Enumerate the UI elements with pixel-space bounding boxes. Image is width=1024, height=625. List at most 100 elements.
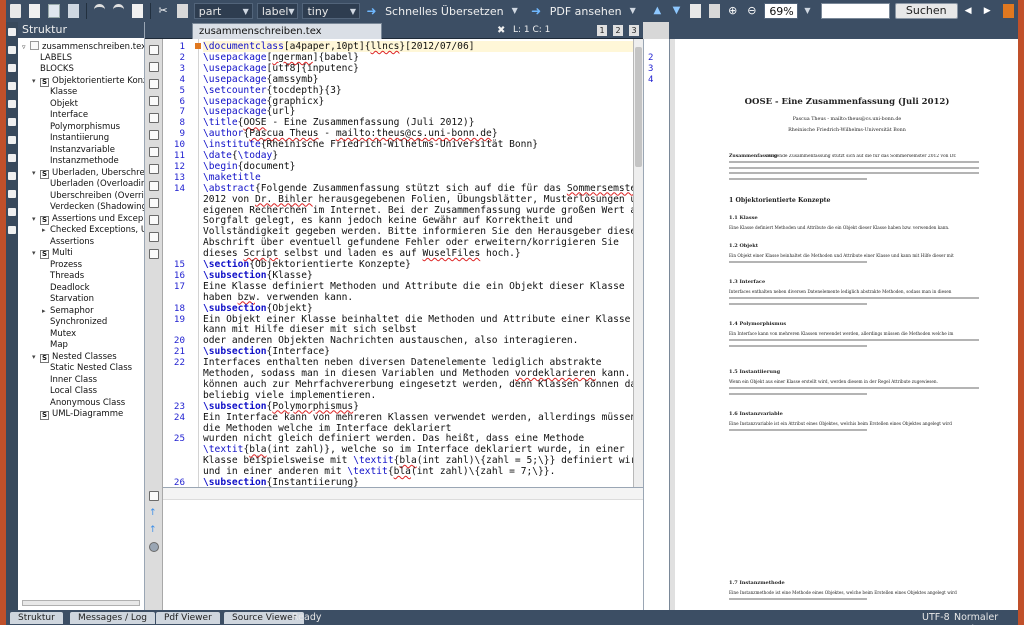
expand-arrow-icon[interactable]: ▾ (32, 248, 40, 259)
open-file-icon[interactable] (29, 4, 41, 18)
bold-icon[interactable] (149, 45, 159, 55)
view-pdf-icon[interactable]: ➜ (531, 4, 542, 18)
pstricks-icon[interactable] (8, 154, 16, 162)
structure-item[interactable]: Local Class (42, 386, 144, 397)
chevron-down-icon[interactable]: ▼ (512, 4, 523, 18)
stop-icon[interactable] (149, 542, 159, 552)
structure-item[interactable]: LABELS (32, 53, 144, 64)
align-center-icon[interactable] (149, 113, 159, 123)
search-prev-icon[interactable]: ◀ (965, 4, 976, 18)
pdf-next-page-icon[interactable]: ▼ (671, 4, 682, 18)
delimiters-icon[interactable] (8, 82, 16, 90)
code-text[interactable]: \documentclass[a4paper,10pt]{llncs}[2012… (203, 41, 633, 487)
fit-page-icon[interactable] (709, 4, 721, 18)
code-line[interactable]: \subsection{Klasse} (203, 270, 313, 281)
code-line[interactable]: \abstract{Folgende Zusammenfassung stütz… (203, 183, 633, 194)
italic-icon[interactable] (149, 62, 159, 72)
quick-build-label[interactable]: Schnelles Übersetzen (381, 5, 508, 18)
code-line[interactable]: \section{Objektorientierte Konzepte} (203, 259, 411, 270)
expand-arrow-icon[interactable]: ▾ (32, 352, 40, 363)
code-line[interactable]: \usepackage{graphicx} (203, 96, 324, 107)
tab-structure[interactable]: Struktur (10, 612, 63, 624)
zoom-out-icon[interactable]: ⊖ (747, 4, 758, 18)
code-line[interactable]: \usepackage{url} (203, 106, 295, 117)
code-line[interactable]: 2012 von Dr. Bihler herausgegebenen Foli… (203, 194, 633, 205)
log-icon[interactable] (149, 491, 159, 501)
structure-item[interactable]: Deadlock (42, 283, 144, 294)
save-all-icon[interactable] (67, 4, 79, 18)
size-combo[interactable]: tiny ▼ (302, 3, 360, 19)
structure-item[interactable]: Klasse (42, 87, 144, 98)
asymptote-icon[interactable] (8, 208, 16, 216)
pdf-prev-page-icon[interactable]: ▲ (652, 4, 663, 18)
zoom-in-icon[interactable]: ⊕ (728, 4, 739, 18)
code-line[interactable]: Ein Objekt einer Klasse beinhaltet die M… (203, 314, 633, 325)
code-line[interactable]: \subsection{Polymorphismus} (203, 401, 359, 412)
code-line[interactable]: Methoden, sodass man in diesen Variablen… (203, 368, 633, 379)
expand-arrow-icon[interactable]: ▾ (32, 76, 40, 87)
new-file-icon[interactable] (10, 4, 22, 18)
structure-item[interactable]: Objekt (42, 99, 144, 110)
code-line[interactable]: Eine Klasse definiert Methoden und Attri… (203, 281, 625, 292)
redo-icon[interactable] (112, 4, 124, 18)
expand-arrow-icon[interactable]: ▸ (42, 225, 50, 236)
code-line[interactable]: \subsection{Interface} (203, 346, 330, 357)
view-2-button[interactable]: 2 (613, 25, 623, 36)
code-line[interactable]: kann mit Hilfe dieser mit sich selbst (203, 324, 417, 335)
fraction-icon[interactable] (149, 232, 159, 242)
expand-arrow-icon[interactable]: ▸ (42, 306, 50, 317)
chevron-down-icon[interactable]: ▼ (630, 4, 641, 18)
code-line[interactable]: \setcounter{tocdepth}{3} (203, 85, 342, 96)
code-line[interactable]: \documentclass[a4paper,10pt]{llncs}[2012… (203, 41, 475, 52)
prev-error-icon[interactable]: ↑ (149, 508, 159, 518)
code-line[interactable]: Vollständigkeit gegeben werden. Bitte in… (203, 226, 633, 237)
close-icon[interactable]: ✖ (497, 25, 505, 36)
code-line[interactable]: oder anderen Objekten Nachrichten austau… (203, 335, 578, 346)
align-left-icon[interactable] (149, 96, 159, 106)
code-line[interactable]: \begin{document} (203, 161, 295, 172)
math-icon[interactable] (149, 164, 159, 174)
encoding-label[interactable]: UTF-8 (922, 612, 950, 624)
subscript-icon[interactable] (149, 215, 159, 225)
special-chars-icon[interactable] (8, 118, 16, 126)
code-line[interactable]: \usepackage{amssymb} (203, 74, 319, 85)
view-1-button[interactable]: 1 (597, 25, 607, 36)
code-line[interactable]: und in einer anderen mit \textit{bla(int… (203, 466, 555, 477)
structure-item[interactable]: ▾ S Assertions und Excep (32, 214, 144, 225)
view-pdf-label[interactable]: PDF ansehen (546, 5, 626, 18)
pdf-search-input[interactable] (821, 3, 890, 19)
structure-hscrollbar[interactable] (22, 600, 140, 606)
structure-item[interactable]: Überschreiben (Overri (42, 191, 144, 202)
messages-log[interactable] (163, 487, 643, 610)
tab-pdf-viewer[interactable]: Pdf Viewer (156, 612, 220, 624)
greek-icon[interactable] (8, 100, 16, 108)
pdf-viewer[interactable]: OOSE - Eine Zusammenfassung (Juli 2012) P… (669, 39, 1018, 610)
code-line[interactable]: \author{Pascua Theus - mailto:theus@cs.u… (203, 128, 498, 139)
structure-item[interactable]: Assertions (42, 237, 144, 248)
structure-item[interactable]: Inner Class (42, 375, 144, 386)
sqrt-icon[interactable] (149, 249, 159, 259)
structure-item[interactable]: Polymorphismus (42, 122, 144, 133)
structure-item[interactable]: Überladen (Overloadin (42, 179, 144, 190)
structure-item[interactable]: Anonymous Class (42, 398, 144, 409)
structure-item[interactable]: Mutex (42, 329, 144, 340)
code-line[interactable]: Sorgfalt gelegt, es kann jedoch keine Ge… (203, 215, 573, 226)
code-line[interactable]: \institute{Rheinische Friedrich-Wilhelms… (203, 139, 538, 150)
arrows-icon[interactable] (8, 46, 16, 54)
pdf-page[interactable]: OOSE - Eine Zusammenfassung (Juli 2012) P… (675, 39, 1018, 610)
code-line[interactable]: haben bzw. verwenden kann. (203, 292, 353, 303)
code-line[interactable]: wurden nicht gleich definiert werden. Da… (203, 433, 584, 444)
structure-item[interactable]: Starvation (42, 294, 144, 305)
code-line[interactable]: Klasse beispielsweise mit \textit{bla(in… (203, 455, 633, 466)
code-line[interactable]: \usepackage[ngerman]{babel} (203, 52, 359, 63)
tikz-icon[interactable] (8, 190, 16, 198)
copy-icon[interactable] (131, 4, 143, 18)
align-right-icon[interactable] (149, 130, 159, 140)
structure-item[interactable]: ▿ zusammenschreiben.tex (22, 41, 144, 52)
structure-item[interactable]: ▸ Semaphor (42, 306, 144, 317)
expand-arrow-icon[interactable]: ▾ (32, 214, 40, 225)
paste-icon[interactable] (176, 4, 188, 18)
structure-item[interactable]: ▾ S Nested Classes (32, 352, 144, 363)
structure-item[interactable]: Instanzmethode (42, 156, 144, 167)
code-line[interactable]: eigenen Recherchen im Internet. Bei der … (203, 205, 633, 216)
